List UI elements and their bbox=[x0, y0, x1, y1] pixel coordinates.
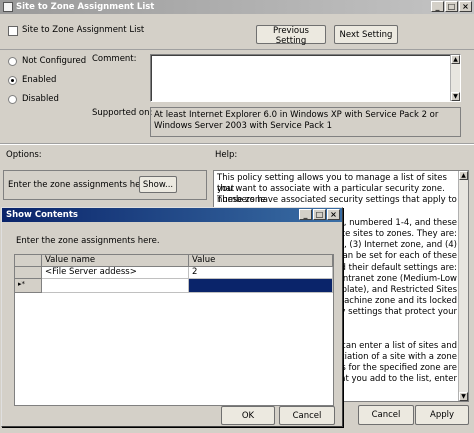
new-row-marker[interactable]: ▸* bbox=[15, 279, 42, 293]
scroll-down-icon[interactable]: ▼ bbox=[459, 392, 468, 401]
new-row-name-cell[interactable] bbox=[42, 279, 189, 293]
help-label: Help: bbox=[215, 150, 238, 160]
scroll-up-icon[interactable]: ▲ bbox=[459, 171, 468, 180]
cancel-button[interactable]: Cancel bbox=[358, 405, 414, 425]
dialog-title: Show Contents bbox=[6, 210, 78, 220]
comment-scrollbar[interactable]: ▲ ▼ bbox=[450, 55, 460, 101]
dialog-cancel-button[interactable]: Cancel bbox=[279, 406, 335, 425]
radio-enabled-label: Enabled bbox=[22, 75, 57, 85]
radio-not-configured-label: Not Configured bbox=[22, 56, 87, 66]
header: Site to Zone Assignment List bbox=[0, 14, 474, 50]
close-button[interactable]: × bbox=[459, 1, 472, 12]
show-contents-dialog: Show Contents _ □ × Enter the zone assig… bbox=[1, 207, 343, 427]
dialog-ok-button[interactable]: OK bbox=[221, 406, 275, 425]
row-header[interactable] bbox=[15, 267, 42, 279]
help-line: numbers have associated security setting… bbox=[217, 195, 457, 216]
dialog-close-button[interactable]: × bbox=[327, 209, 340, 220]
supported-on-label: Supported on: bbox=[92, 108, 153, 118]
column-header-value-name[interactable]: Value name bbox=[42, 255, 189, 267]
previous-setting-button[interactable]: Previous Setting bbox=[256, 25, 326, 46]
window-title: Site to Zone Assignment List bbox=[16, 2, 155, 12]
scroll-down-icon[interactable]: ▼ bbox=[451, 92, 460, 101]
radio-enabled[interactable]: Enabled bbox=[8, 75, 56, 85]
grid-corner bbox=[15, 255, 42, 267]
dialog-title-bar: Show Contents _ □ × bbox=[2, 208, 342, 222]
window-title-bar: Site to Zone Assignment List _ □ × bbox=[0, 0, 474, 14]
help-line: This policy setting allows you to manage… bbox=[217, 173, 447, 195]
options-panel: Enter the zone assignments here. Show... bbox=[3, 170, 207, 200]
options-prompt: Enter the zone assignments here. bbox=[8, 180, 152, 190]
table-row-value-cell[interactable]: 2 bbox=[189, 267, 333, 279]
radio-enabled-indicator[interactable] bbox=[8, 75, 17, 85]
next-setting-button[interactable]: Next Setting bbox=[334, 25, 398, 44]
new-row-value-cell[interactable] bbox=[189, 279, 333, 293]
setting-icon bbox=[8, 26, 18, 36]
supported-on-text: At least Internet Explorer 6.0 in Window… bbox=[150, 107, 461, 137]
table-row-name-cell[interactable]: <File Server addess> bbox=[42, 267, 189, 279]
setting-title: Site to Zone Assignment List bbox=[22, 25, 145, 35]
help-line: you want to associate with a particular … bbox=[217, 184, 445, 206]
radio-not-configured[interactable]: Not Configured bbox=[8, 56, 86, 66]
comment-label: Comment: bbox=[92, 54, 137, 64]
help-scrollbar[interactable]: ▲ ▼ bbox=[458, 171, 468, 401]
dialog-maximize-button[interactable]: □ bbox=[313, 209, 326, 220]
options-label: Options: bbox=[6, 150, 42, 160]
dialog-prompt: Enter the zone assignments here. bbox=[16, 236, 160, 246]
radio-not-configured-indicator[interactable] bbox=[8, 56, 17, 66]
radio-disabled-label: Disabled bbox=[22, 94, 59, 104]
policy-icon bbox=[3, 2, 13, 12]
column-header-value[interactable]: Value bbox=[189, 255, 333, 267]
separator bbox=[0, 143, 474, 145]
show-button[interactable]: Show... bbox=[139, 176, 177, 193]
radio-disabled-indicator[interactable] bbox=[8, 94, 17, 104]
scroll-up-icon[interactable]: ▲ bbox=[451, 55, 460, 64]
apply-button[interactable]: Apply bbox=[415, 405, 469, 425]
maximize-button[interactable]: □ bbox=[445, 1, 458, 12]
dialog-minimize-button[interactable]: _ bbox=[299, 209, 312, 220]
minimize-button[interactable]: _ bbox=[431, 1, 444, 12]
values-grid[interactable]: Value name Value <File Server addess> 2 … bbox=[14, 254, 334, 406]
comment-textarea[interactable]: ▲ ▼ bbox=[150, 54, 461, 102]
radio-disabled[interactable]: Disabled bbox=[8, 94, 59, 104]
